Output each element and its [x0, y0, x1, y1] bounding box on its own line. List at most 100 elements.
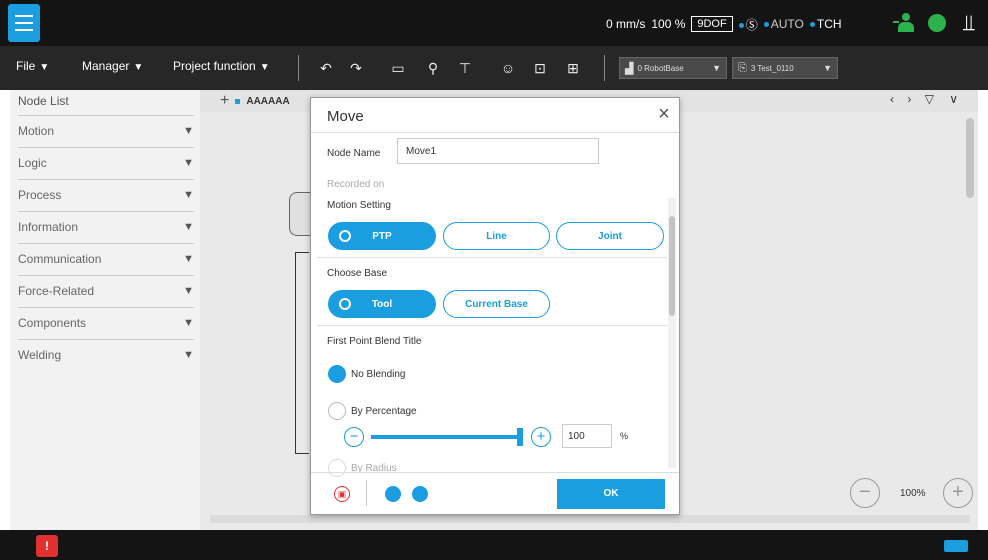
sidebar-item-communication[interactable]: Communication ▼	[18, 243, 194, 274]
chevron-down-icon: ▼	[183, 157, 194, 169]
comment-icon[interactable]: ☺	[498, 58, 518, 78]
safety-icon: Ⓢ	[738, 16, 758, 33]
search-icon[interactable]: ⚲	[423, 58, 443, 78]
manager-menu-label: Manager	[82, 59, 130, 73]
by-radius-radio[interactable]	[328, 459, 346, 477]
chevron-down-icon: ▼	[712, 63, 721, 73]
sidebar-item-information[interactable]: Information ▼	[18, 211, 194, 242]
by-percentage-radio[interactable]	[328, 402, 346, 420]
dof-badge: 9DOF	[691, 16, 733, 32]
sidebar-item-force-related[interactable]: Force-Related ▼	[18, 275, 194, 306]
by-percentage-label: By Percentage	[351, 406, 417, 417]
base-selector-value: 0 RobotBase	[637, 63, 684, 73]
project-function-label: Project function	[173, 59, 256, 73]
radio-ring-icon	[339, 298, 351, 310]
percentage-unit: %	[620, 431, 629, 441]
choose-base-label: Choose Base	[327, 268, 388, 279]
move-dialog: Move × Node Name Recorded on Motion Sett…	[310, 97, 680, 515]
chevron-down-icon: ▼	[823, 63, 832, 73]
sidebar-item-label: Logic	[18, 156, 47, 170]
canvas-tab[interactable]: + AAAAAA	[220, 90, 290, 112]
manager-menu[interactable]: Manager ▼	[82, 59, 143, 73]
decrease-icon[interactable]: −	[344, 427, 364, 447]
no-blending-label: No Blending	[351, 369, 406, 380]
chevron-down-icon: ▼	[183, 125, 194, 137]
bottom-bar: !	[0, 530, 988, 560]
toolbar-divider	[604, 55, 605, 81]
copy-icon[interactable]	[412, 486, 428, 502]
prev-icon[interactable]: ‹	[890, 92, 894, 106]
canvas-nav-icons: ‹ › ▽ ∨	[890, 92, 958, 106]
delete-icon[interactable]: ▣	[334, 486, 350, 502]
node-name-input[interactable]	[397, 138, 599, 164]
zoom-level: 100%	[900, 488, 926, 499]
insert-node-icon[interactable]: ⊤	[455, 58, 475, 78]
chevron-down-icon: ▼	[183, 349, 194, 361]
tool-selector[interactable]: ⎘ 3 Test_0110 ▼	[732, 57, 838, 79]
mode-indicator: AUTO	[763, 17, 804, 31]
dialog-scrollbar[interactable]	[668, 198, 676, 468]
close-icon[interactable]: ×	[655, 104, 673, 124]
divider	[317, 257, 667, 258]
base-tool-option[interactable]: Tool	[328, 290, 436, 318]
base-current-option[interactable]: Current Base	[443, 290, 550, 318]
user-icon[interactable]	[893, 13, 915, 33]
sidebar-item-motion[interactable]: Motion ▼	[18, 115, 194, 146]
sidebar-item-label: Information	[18, 220, 79, 234]
chevron-down-icon: ▼	[133, 62, 144, 73]
sidebar-item-welding[interactable]: Welding ▼	[18, 339, 194, 370]
hamburger-menu-icon[interactable]	[8, 4, 40, 42]
keyboard-icon[interactable]	[944, 540, 968, 552]
save-icon[interactable]	[385, 486, 401, 502]
tool-selector-value: 3 Test_0110	[750, 63, 794, 73]
sidebar-item-label: Components	[18, 316, 87, 330]
slider-handle[interactable]	[517, 428, 523, 446]
divider	[311, 472, 679, 473]
motion-ptp-option[interactable]: PTP	[328, 222, 436, 250]
undo-icon[interactable]: ↶	[316, 58, 336, 78]
no-blending-radio[interactable]	[328, 365, 346, 383]
motion-joint-option[interactable]: Joint	[556, 222, 664, 250]
option-label: PTP	[372, 230, 392, 242]
robot-status: 0 mm/s 100 % 9DOF Ⓢ AUTO TCH	[606, 15, 842, 33]
radio-ring-icon	[339, 230, 351, 242]
zoom-in-icon[interactable]: +	[943, 478, 973, 508]
add-tab-icon[interactable]: +	[220, 92, 229, 110]
sidebar-item-components[interactable]: Components ▼	[18, 307, 194, 338]
increase-icon[interactable]: +	[531, 427, 551, 447]
ungroup-icon[interactable]: ⊞	[563, 58, 583, 78]
sidebar-item-logic[interactable]: Logic ▼	[18, 147, 194, 178]
redo-icon[interactable]: ↷	[346, 58, 366, 78]
zoom-out-icon[interactable]: −	[850, 478, 880, 508]
tag-icon[interactable]: ▭	[388, 58, 408, 78]
next-icon[interactable]: ›	[907, 92, 911, 106]
status-light-icon	[928, 14, 946, 32]
percentage-slider[interactable]	[371, 428, 523, 446]
flow-connector	[295, 252, 309, 454]
sidebar-item-label: Communication	[18, 252, 102, 266]
sidebar-item-process[interactable]: Process ▼	[18, 179, 194, 210]
group-icon[interactable]: ⊡	[530, 58, 550, 78]
horizontal-scrollbar[interactable]	[210, 515, 970, 523]
divider	[311, 132, 679, 133]
mode-label: AUTO	[770, 17, 804, 31]
chevron-down-icon: ▼	[183, 221, 194, 233]
dialog-scrollbar-thumb[interactable]	[669, 216, 675, 316]
ok-button[interactable]: OK	[557, 479, 665, 509]
speed-percent: 100 %	[651, 17, 686, 31]
project-function-menu[interactable]: Project function ▼	[173, 59, 270, 73]
tch-label: TCH	[816, 17, 842, 31]
filter-icon[interactable]: ▽	[925, 92, 934, 106]
chevron-down-icon[interactable]: ∨	[949, 92, 958, 106]
vertical-scrollbar[interactable]	[966, 118, 974, 198]
file-menu[interactable]: File ▼	[16, 59, 49, 73]
percentage-input[interactable]	[562, 424, 612, 448]
base-selector[interactable]: ▟ 0 RobotBase ▼	[619, 57, 727, 79]
motion-line-option[interactable]: Line	[443, 222, 550, 250]
dialog-title: Move	[327, 108, 364, 125]
robot-arm-icon[interactable]: ⫫	[960, 8, 978, 38]
option-label: Current Base	[465, 298, 528, 310]
error-alert-icon[interactable]: !	[36, 535, 58, 557]
tch-indicator: TCH	[809, 17, 842, 31]
speed-readout: 0 mm/s	[606, 17, 646, 31]
